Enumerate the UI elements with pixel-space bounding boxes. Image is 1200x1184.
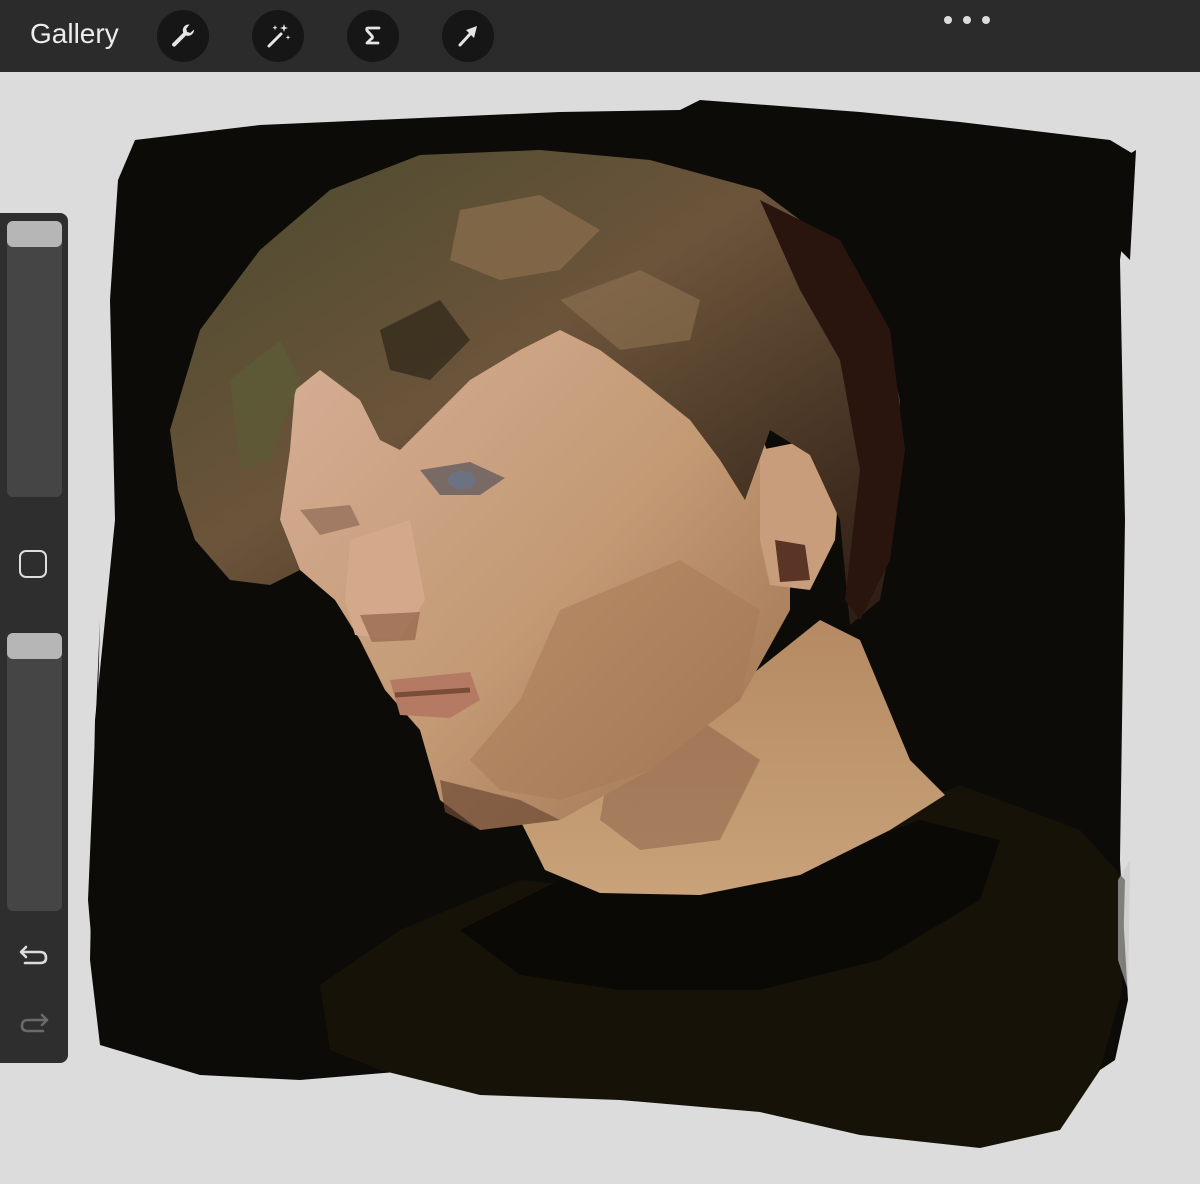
undo-icon [19,945,48,965]
top-toolbar: Gallery [0,0,1200,72]
arrow-cursor-icon [458,26,477,47]
transform-button[interactable] [442,10,494,62]
undo-button[interactable] [16,935,52,971]
gallery-button[interactable]: Gallery [30,18,119,50]
painting [88,100,1136,1148]
adjustments-button[interactable] [252,10,304,62]
wrench-icon [172,24,195,47]
redo-button[interactable] [16,1003,52,1039]
selection-s-icon [365,26,381,45]
brush-opacity-slider[interactable] [7,633,62,911]
brush-opacity-thumb[interactable] [7,633,62,659]
brush-sidebar [0,213,68,1063]
canvas[interactable] [0,72,1200,1184]
ellipsis-icon [944,16,952,24]
more-button[interactable] [944,8,990,32]
brush-size-slider[interactable] [7,221,62,497]
redo-icon [20,1013,49,1033]
magic-wand-icon [267,24,291,48]
brush-size-thumb[interactable] [7,221,62,247]
modify-button[interactable] [19,550,47,578]
actions-button[interactable] [157,10,209,62]
selection-button[interactable] [347,10,399,62]
